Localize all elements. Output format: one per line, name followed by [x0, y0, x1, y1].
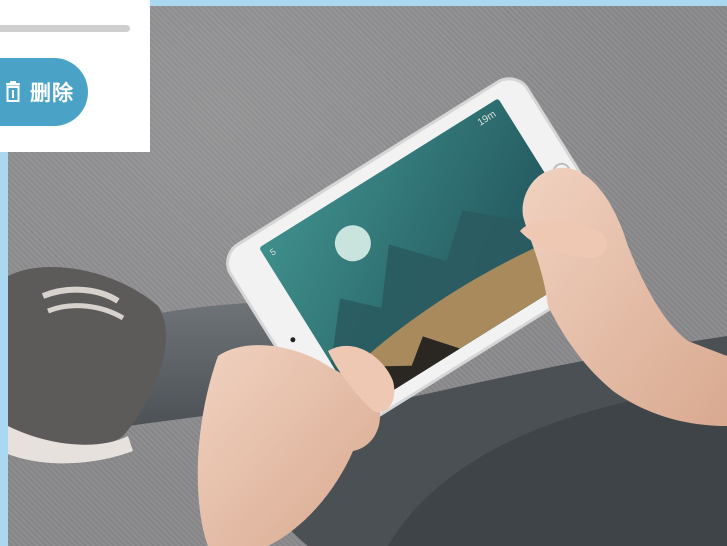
toolbar-divider — [0, 25, 130, 32]
delete-label: 删除 — [30, 81, 74, 105]
overlay-toolbar: 删除 — [0, 0, 150, 152]
delete-button[interactable]: 删除 — [0, 58, 88, 126]
trash-icon — [4, 81, 22, 103]
